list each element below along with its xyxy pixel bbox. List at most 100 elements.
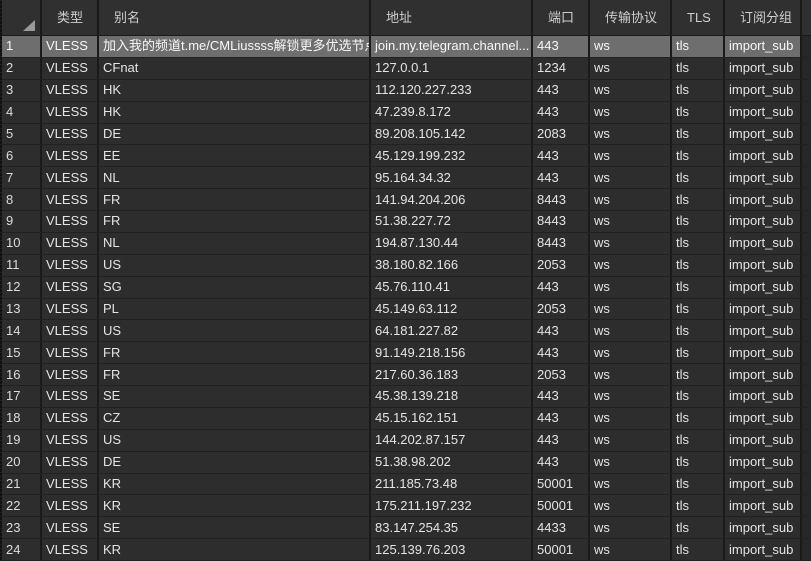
row-filler <box>802 364 811 385</box>
row-header[interactable]: 13 <box>0 299 42 320</box>
table-row[interactable]: 1VLESS加入我的频道t.me/CMLiussss解锁更多优选节点join.m… <box>0 36 811 58</box>
cell-port: 8443 <box>533 189 590 210</box>
select-all-corner[interactable] <box>0 0 42 35</box>
row-header[interactable]: 6 <box>0 145 42 166</box>
cell-address: 51.38.98.202 <box>371 452 533 473</box>
row-header[interactable]: 12 <box>0 277 42 298</box>
table-row[interactable]: 12VLESSSG45.76.110.41443wstlsimport_sub <box>0 277 811 299</box>
row-header[interactable]: 7 <box>0 167 42 188</box>
table-row[interactable]: 14VLESSUS64.181.227.82443wstlsimport_sub <box>0 320 811 342</box>
row-header[interactable]: 21 <box>0 474 42 495</box>
row-header[interactable]: 17 <box>0 386 42 407</box>
table-row[interactable]: 13VLESSPL45.149.63.1122053wstlsimport_su… <box>0 299 811 321</box>
cell-group: import_sub <box>725 452 802 473</box>
row-filler <box>802 189 811 210</box>
table-row[interactable]: 4VLESSHK47.239.8.172443wstlsimport_sub <box>0 102 811 124</box>
row-header[interactable]: 1 <box>0 36 42 57</box>
row-filler <box>802 430 811 451</box>
cell-group: import_sub <box>725 102 802 123</box>
table-row[interactable]: 16VLESSFR217.60.36.1832053wstlsimport_su… <box>0 364 811 386</box>
cell-tls: tls <box>672 255 725 276</box>
cell-alias: EE <box>99 145 371 166</box>
table-row[interactable]: 20VLESSDE51.38.98.202443wstlsimport_sub <box>0 452 811 474</box>
col-header-alias[interactable]: 别名 <box>99 0 371 35</box>
cell-address: 217.60.36.183 <box>371 364 533 385</box>
table-row[interactable]: 8VLESSFR141.94.204.2068443wstlsimport_su… <box>0 189 811 211</box>
table-row[interactable]: 7VLESSNL95.164.34.32443wstlsimport_sub <box>0 167 811 189</box>
cell-port: 443 <box>533 145 590 166</box>
table-row[interactable]: 9VLESSFR51.38.227.728443wstlsimport_sub <box>0 211 811 233</box>
row-filler <box>802 145 811 166</box>
col-header-type[interactable]: 类型 <box>42 0 99 35</box>
table-row[interactable]: 22VLESSKR175.211.197.23250001wstlsimport… <box>0 495 811 517</box>
row-header[interactable]: 8 <box>0 189 42 210</box>
cell-transport: ws <box>590 495 672 516</box>
row-header[interactable]: 23 <box>0 517 42 538</box>
table-row[interactable]: 23VLESSSE83.147.254.354433wstlsimport_su… <box>0 517 811 539</box>
cell-type: VLESS <box>42 474 99 495</box>
table-row[interactable]: 18VLESSCZ45.15.162.151443wstlsimport_sub <box>0 408 811 430</box>
cell-alias: KR <box>99 495 371 516</box>
row-header[interactable]: 9 <box>0 211 42 232</box>
cell-port: 1234 <box>533 58 590 79</box>
row-header[interactable]: 11 <box>0 255 42 276</box>
row-filler <box>802 320 811 341</box>
col-header-tls[interactable]: TLS <box>672 0 725 35</box>
cell-tls: tls <box>672 495 725 516</box>
row-header[interactable]: 24 <box>0 539 42 560</box>
table-row[interactable]: 5VLESSDE89.208.105.1422083wstlsimport_su… <box>0 124 811 146</box>
row-header[interactable]: 20 <box>0 452 42 473</box>
cell-alias: CFnat <box>99 58 371 79</box>
cell-tls: tls <box>672 342 725 363</box>
row-filler <box>802 58 811 79</box>
cell-tls: tls <box>672 430 725 451</box>
row-header[interactable]: 22 <box>0 495 42 516</box>
cell-address: 127.0.0.1 <box>371 58 533 79</box>
cell-type: VLESS <box>42 517 99 538</box>
table-row[interactable]: 15VLESSFR91.149.218.156443wstlsimport_su… <box>0 342 811 364</box>
row-header[interactable]: 5 <box>0 124 42 145</box>
row-header[interactable]: 18 <box>0 408 42 429</box>
cell-tls: tls <box>672 408 725 429</box>
cell-alias: HK <box>99 80 371 101</box>
col-header-port[interactable]: 端口 <box>533 0 590 35</box>
cell-transport: ws <box>590 320 672 341</box>
cell-type: VLESS <box>42 299 99 320</box>
row-header[interactable]: 16 <box>0 364 42 385</box>
cell-port: 50001 <box>533 539 590 560</box>
row-header[interactable]: 19 <box>0 430 42 451</box>
cell-alias: FR <box>99 342 371 363</box>
cell-tls: tls <box>672 452 725 473</box>
cell-transport: ws <box>590 124 672 145</box>
cell-address: 194.87.130.44 <box>371 233 533 254</box>
row-header[interactable]: 2 <box>0 58 42 79</box>
cell-type: VLESS <box>42 342 99 363</box>
cell-address: 125.139.76.203 <box>371 539 533 560</box>
table-row[interactable]: 6VLESSEE45.129.199.232443wstlsimport_sub <box>0 145 811 167</box>
table-row[interactable]: 17VLESSSE45.38.139.218443wstlsimport_sub <box>0 386 811 408</box>
cell-tls: tls <box>672 364 725 385</box>
row-header[interactable]: 4 <box>0 102 42 123</box>
table-row[interactable]: 3VLESSHK112.120.227.233443wstlsimport_su… <box>0 80 811 102</box>
row-header[interactable]: 3 <box>0 80 42 101</box>
cell-group: import_sub <box>725 408 802 429</box>
cell-type: VLESS <box>42 452 99 473</box>
col-header-group[interactable]: 订阅分组 <box>725 0 802 35</box>
row-header[interactable]: 10 <box>0 233 42 254</box>
table-row[interactable]: 11VLESSUS38.180.82.1662053wstlsimport_su… <box>0 255 811 277</box>
cell-alias: SE <box>99 386 371 407</box>
cell-address: 38.180.82.166 <box>371 255 533 276</box>
table-row[interactable]: 2VLESSCFnat127.0.0.11234wstlsimport_sub <box>0 58 811 80</box>
cell-tls: tls <box>672 58 725 79</box>
table-row[interactable]: 19VLESSUS144.202.87.157443wstlsimport_su… <box>0 430 811 452</box>
table-row[interactable]: 24VLESSKR125.139.76.20350001wstlsimport_… <box>0 539 811 561</box>
cell-address: 51.38.227.72 <box>371 211 533 232</box>
row-header[interactable]: 14 <box>0 320 42 341</box>
row-header[interactable]: 15 <box>0 342 42 363</box>
col-header-transport[interactable]: 传输协议 <box>590 0 672 35</box>
table-row[interactable]: 21VLESSKR211.185.73.4850001wstlsimport_s… <box>0 474 811 496</box>
cell-group: import_sub <box>725 364 802 385</box>
cell-transport: ws <box>590 364 672 385</box>
col-header-address[interactable]: 地址 <box>371 0 533 35</box>
table-row[interactable]: 10VLESSNL194.87.130.448443wstlsimport_su… <box>0 233 811 255</box>
